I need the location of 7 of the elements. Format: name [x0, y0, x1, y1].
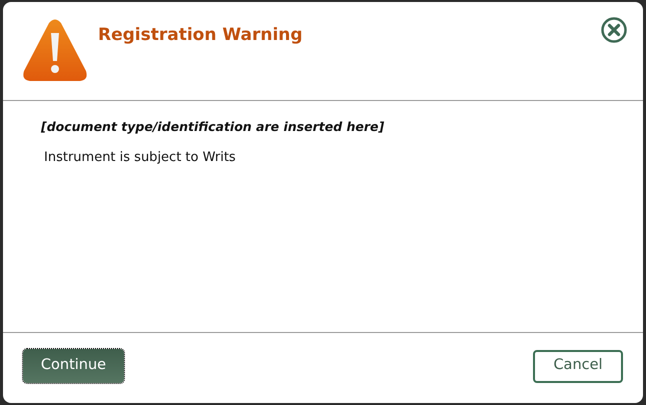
- warning-icon: [22, 19, 88, 83]
- document-type-line: [document type/identification are inserted here]: [41, 118, 386, 136]
- close-button[interactable]: [601, 17, 627, 43]
- cancel-button[interactable]: Cancel: [533, 350, 623, 382]
- warning-message: Instrument is subject to Writs: [43, 148, 237, 167]
- continue-button[interactable]: Continue: [23, 349, 124, 383]
- dialog-title: Registration Warning: [98, 24, 303, 47]
